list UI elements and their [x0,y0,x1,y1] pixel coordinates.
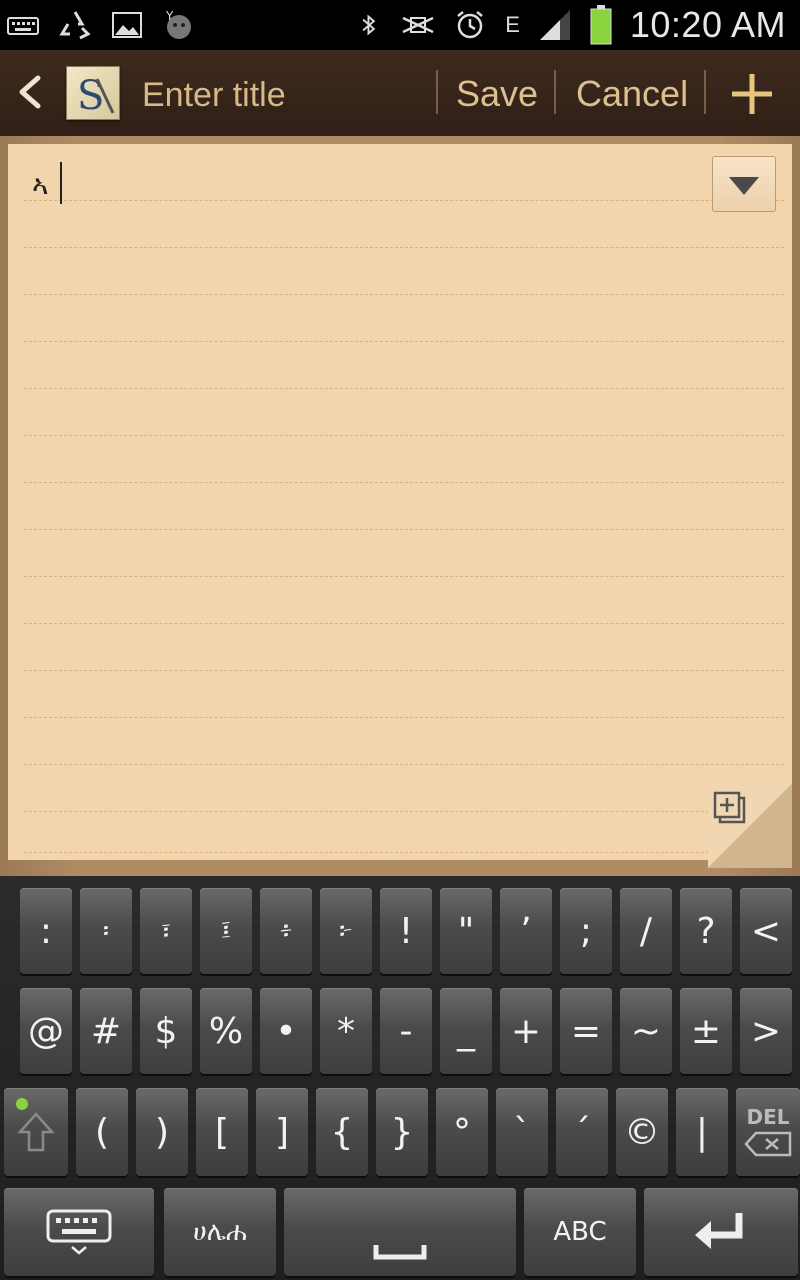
triangle-down-icon [729,177,759,195]
clock: 10:20 AM [629,4,786,45]
key[interactable]: ) [136,1088,188,1176]
key[interactable]: @ [20,988,72,1074]
ruled-line [24,717,784,718]
ruled-line [24,764,784,765]
vibrate-icon [402,16,434,34]
alarm-icon [457,11,483,39]
add-page-icon[interactable] [712,790,748,826]
note-frame: ኣ [0,136,800,876]
format-dropdown-button[interactable] [712,156,776,212]
app-logo: S [66,66,120,120]
key[interactable]: ! [380,888,432,974]
network-type: E [505,12,520,37]
ruled-line [24,388,784,389]
space-icon [373,1245,427,1260]
note-body-text: ኣ [32,168,49,201]
key[interactable]: ? [680,888,732,974]
image-icon [112,12,142,38]
key[interactable]: / [620,888,672,974]
key[interactable]: > [740,988,792,1074]
ruled-line [24,852,784,853]
key[interactable]: ´ [556,1088,608,1176]
title-input[interactable] [140,72,424,118]
messenger-icon: Y [165,9,191,39]
key[interactable]: : [20,888,72,974]
key[interactable]: } [376,1088,428,1176]
keyboard-hide-key[interactable] [4,1188,154,1276]
ruled-line [24,576,784,577]
key[interactable]: ፡ [80,888,132,974]
ruled-line [24,341,784,342]
s-note-logo-icon: S [77,73,115,119]
key[interactable]: ` [496,1088,548,1176]
shift-indicator [16,1098,28,1110]
status-bar: Y E 10:20 AM [0,0,800,50]
recycle-icon [59,11,91,40]
key[interactable]: % [200,988,252,1074]
key[interactable]: # [80,988,132,1074]
key[interactable]: ፤ [200,888,252,974]
space-key[interactable] [284,1188,516,1276]
divider [554,70,556,114]
key[interactable]: _ [440,988,492,1074]
back-icon[interactable] [12,72,46,112]
enter-arrow-icon [695,1213,743,1249]
ruled-line [24,435,784,436]
key[interactable]: - [380,988,432,1074]
ruled-line [24,294,784,295]
delete-label: DEL [746,1105,790,1129]
signal-icon [539,10,570,40]
keyboard-icon [7,17,39,35]
ruled-line [24,623,784,624]
key[interactable]: ፥ [260,888,312,974]
abc-key[interactable]: ABC [524,1188,636,1276]
ruled-line [24,811,784,812]
key[interactable]: + [500,988,552,1074]
key[interactable]: * [320,988,372,1074]
key[interactable]: ፦ [320,888,372,974]
cancel-button[interactable]: Cancel [576,70,688,118]
ruled-line [24,529,784,530]
language-key[interactable]: ሀሌሐ [164,1188,276,1276]
keyboard-icon [46,1209,112,1255]
svg-text:Y: Y [165,9,174,23]
backspace-icon [744,1131,792,1157]
delete-key[interactable]: DEL [736,1088,800,1176]
ruled-line [24,670,784,671]
soft-keyboard: : ፡ ፣ ፤ ፥ ፦ ! " ’ ; / ? < @ # $ % • * - … [0,876,800,1280]
key[interactable]: $ [140,988,192,1074]
key[interactable]: = [560,988,612,1074]
divider [436,70,438,114]
key[interactable]: { [316,1088,368,1176]
svg-text:S: S [77,73,104,119]
key[interactable]: ° [436,1088,488,1176]
shift-key[interactable] [4,1088,68,1176]
battery-icon [590,5,612,45]
divider [704,70,706,114]
key[interactable]: | [676,1088,728,1176]
text-cursor [60,162,62,204]
key[interactable]: ~ [620,988,672,1074]
ruled-line [24,482,784,483]
key[interactable]: ፣ [140,888,192,974]
key[interactable]: ± [680,988,732,1074]
action-bar: S Save Cancel [0,50,800,138]
save-button[interactable]: Save [456,70,538,118]
key[interactable]: ] [256,1088,308,1176]
key[interactable]: " [440,888,492,974]
note-editor[interactable]: ኣ [8,144,792,868]
key[interactable]: ’ [500,888,552,974]
key[interactable]: ; [560,888,612,974]
ruled-line [24,200,784,201]
ruled-line [24,247,784,248]
bluetooth-icon [362,14,376,36]
key[interactable]: < [740,888,792,974]
shift-arrow-icon [17,1112,55,1152]
add-icon[interactable] [726,68,778,120]
enter-key[interactable] [644,1188,798,1276]
key[interactable]: • [260,988,312,1074]
key[interactable]: [ [196,1088,248,1176]
key[interactable]: © [616,1088,668,1176]
key[interactable]: ( [76,1088,128,1176]
